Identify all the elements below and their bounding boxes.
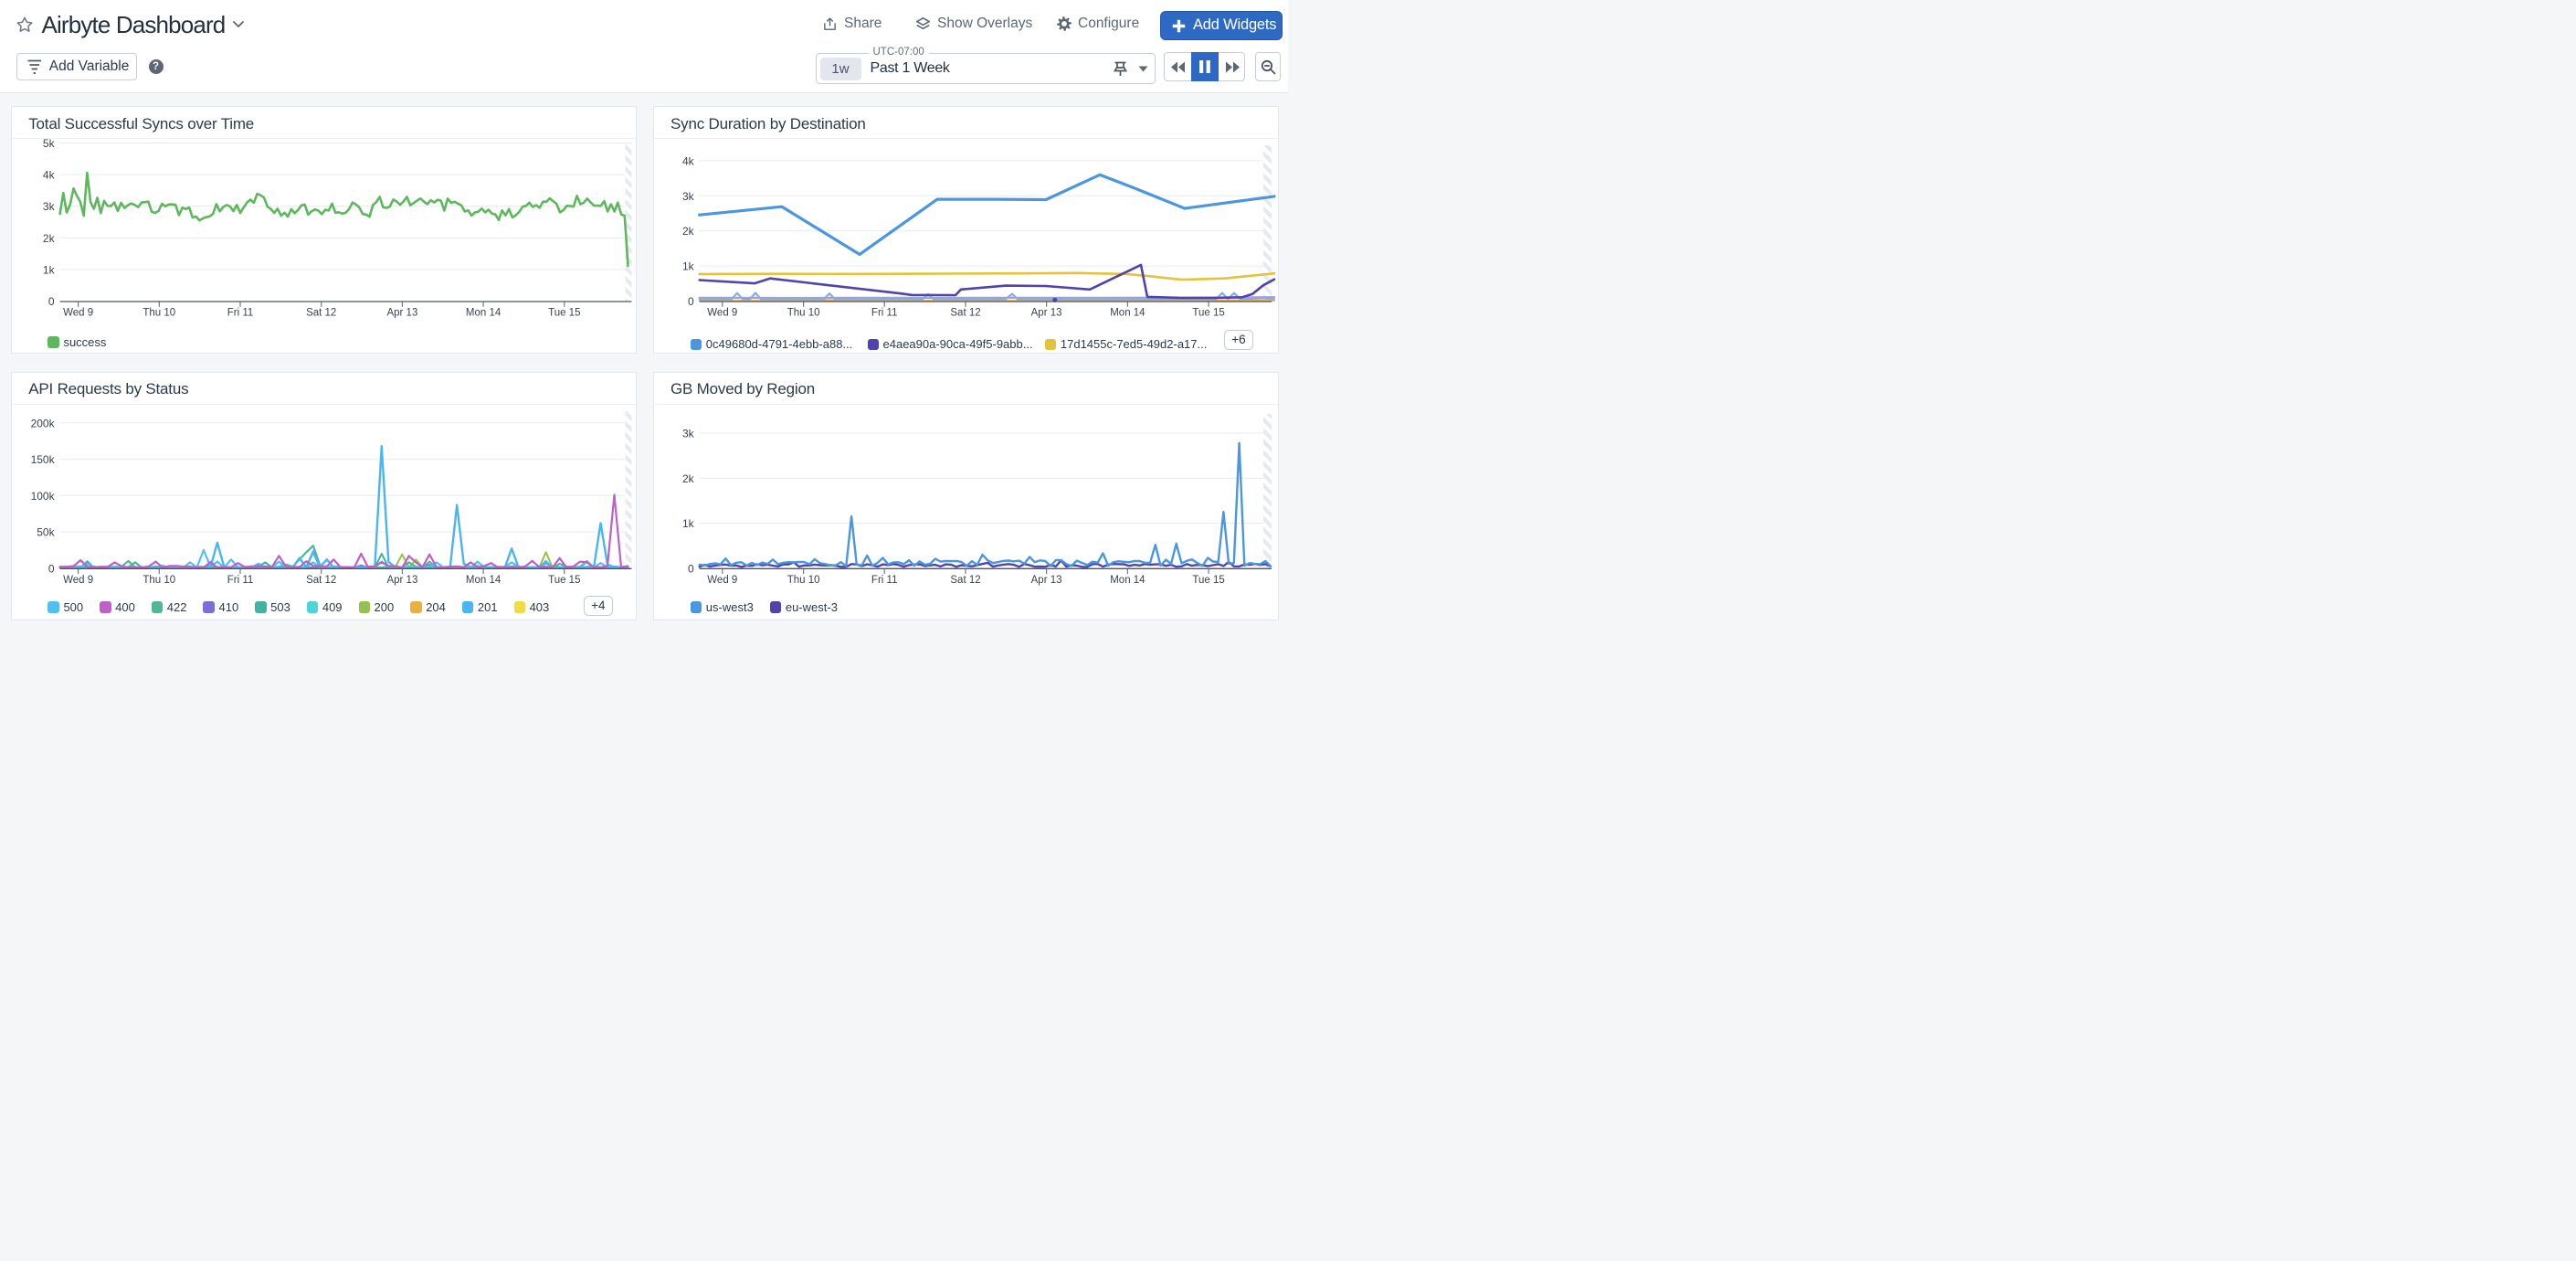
svg-text:4k: 4k — [43, 169, 56, 182]
svg-text:Tue 15: Tue 15 — [1192, 308, 1224, 319]
svg-text:3k: 3k — [43, 200, 56, 213]
svg-text:Mon 14: Mon 14 — [1110, 308, 1145, 319]
svg-text:1k: 1k — [682, 260, 695, 273]
svg-text:Tue 15: Tue 15 — [1192, 575, 1224, 586]
svg-text:5k: 5k — [43, 138, 56, 150]
svg-text:0: 0 — [688, 295, 694, 308]
svg-text:Apr 13: Apr 13 — [1031, 308, 1062, 319]
svg-text:Thu 10: Thu 10 — [787, 308, 820, 319]
svg-text:4k: 4k — [682, 154, 695, 167]
svg-text:200k: 200k — [31, 417, 56, 429]
svg-text:2k: 2k — [682, 472, 695, 484]
svg-text:1k: 1k — [43, 263, 56, 276]
svg-text:Thu 10: Thu 10 — [787, 575, 820, 586]
svg-text:Fri 11: Fri 11 — [227, 575, 254, 586]
svg-text:0: 0 — [688, 562, 694, 575]
svg-text:Apr 13: Apr 13 — [387, 308, 418, 319]
svg-text:Thu 10: Thu 10 — [143, 575, 176, 586]
svg-text:0: 0 — [48, 562, 55, 575]
svg-text:50k: 50k — [37, 525, 55, 538]
svg-text:150k: 150k — [31, 453, 56, 466]
svg-text:Wed 9: Wed 9 — [63, 575, 93, 586]
svg-text:3k: 3k — [682, 190, 695, 203]
svg-text:Apr 13: Apr 13 — [1031, 575, 1062, 586]
svg-text:Thu 10: Thu 10 — [143, 308, 176, 319]
svg-text:100k: 100k — [31, 489, 56, 502]
svg-text:Apr 13: Apr 13 — [387, 575, 418, 586]
svg-text:Fri 11: Fri 11 — [227, 308, 254, 319]
svg-text:1k: 1k — [682, 517, 695, 530]
svg-text:3k: 3k — [682, 427, 695, 440]
svg-text:2k: 2k — [682, 225, 695, 238]
svg-text:Sat 12: Sat 12 — [306, 575, 336, 586]
svg-text:Wed 9: Wed 9 — [707, 308, 737, 319]
svg-text:2k: 2k — [43, 232, 56, 245]
svg-text:Wed 9: Wed 9 — [707, 575, 737, 586]
svg-text:Tue 15: Tue 15 — [548, 308, 580, 319]
svg-text:Sat 12: Sat 12 — [306, 308, 336, 319]
svg-text:Mon 14: Mon 14 — [466, 575, 501, 586]
svg-text:Tue 15: Tue 15 — [548, 575, 580, 586]
svg-text:Mon 14: Mon 14 — [466, 308, 501, 319]
svg-text:Wed 9: Wed 9 — [63, 308, 93, 319]
svg-text:Fri 11: Fri 11 — [871, 308, 898, 319]
svg-text:0: 0 — [48, 295, 55, 308]
svg-text:Fri 11: Fri 11 — [871, 575, 898, 586]
svg-text:Sat 12: Sat 12 — [950, 575, 980, 586]
svg-text:Mon 14: Mon 14 — [1110, 575, 1145, 586]
svg-text:Sat 12: Sat 12 — [950, 308, 980, 319]
